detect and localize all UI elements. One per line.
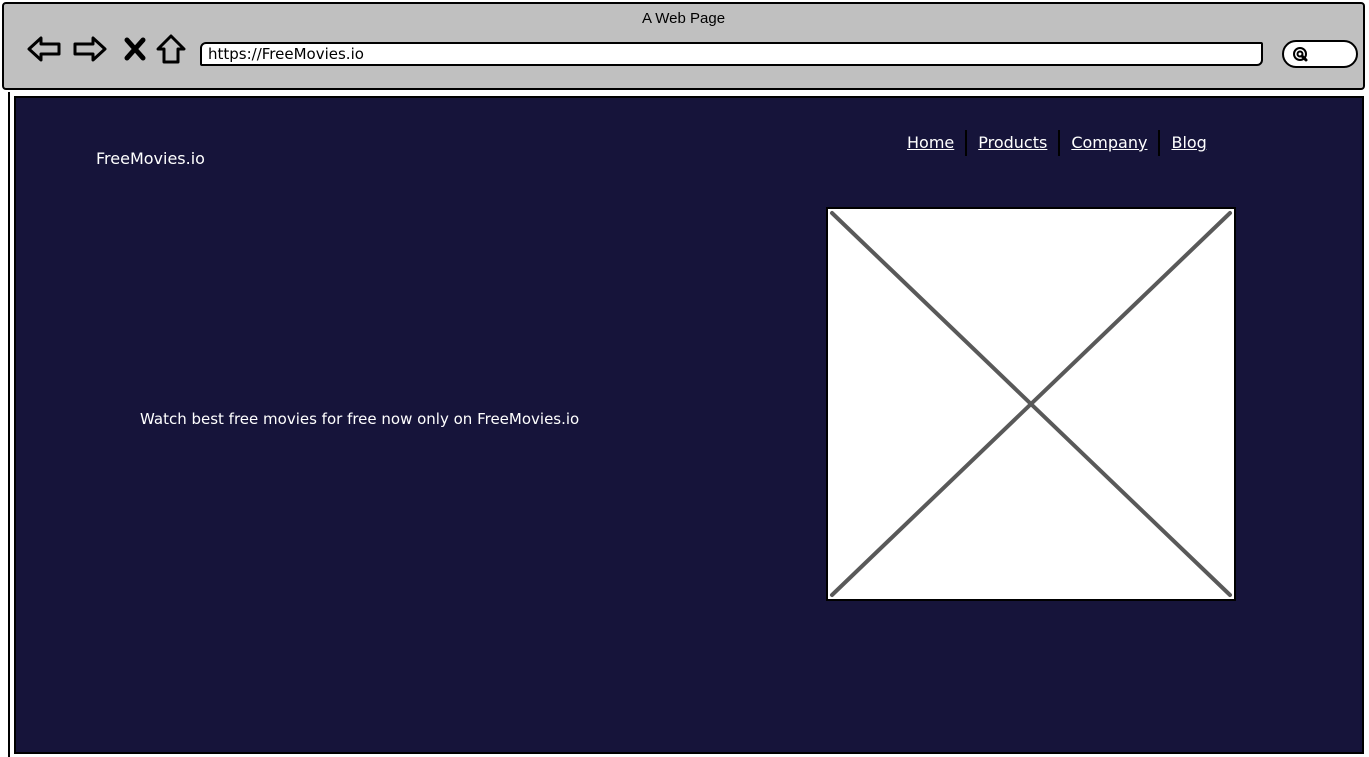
image-placeholder-icon (830, 211, 1232, 597)
forward-arrow-icon (73, 36, 107, 62)
back-arrow-icon (27, 36, 61, 62)
page-content: FreeMovies.io Home Products Company Blog… (14, 96, 1364, 754)
browser-chrome: A Web Page https://FreeMovies.io (2, 2, 1365, 90)
site-logo[interactable]: FreeMovies.io (96, 149, 205, 168)
nav-link-home[interactable]: Home (896, 130, 965, 156)
window-title: A Web Page (641, 10, 726, 27)
hero-text: Watch best free movies for free now only… (140, 410, 580, 428)
page-edge (8, 92, 10, 757)
close-icon (124, 37, 146, 61)
address-bar[interactable]: https://FreeMovies.io (200, 42, 1263, 66)
nav-link-products[interactable]: Products (967, 130, 1058, 156)
browser-window: A Web Page https://FreeMovies.io FreeMov… (0, 0, 1369, 757)
image-placeholder (826, 207, 1236, 601)
back-button[interactable] (24, 32, 64, 66)
top-navigation: Home Products Company Blog (896, 128, 1218, 158)
home-button[interactable] (154, 32, 188, 66)
home-icon (156, 34, 186, 64)
search-icon (1293, 47, 1308, 62)
stop-button[interactable] (120, 32, 150, 66)
nav-link-blog[interactable]: Blog (1160, 130, 1217, 156)
search-button[interactable] (1282, 40, 1358, 68)
nav-link-company[interactable]: Company (1060, 130, 1158, 156)
forward-button[interactable] (70, 32, 110, 66)
